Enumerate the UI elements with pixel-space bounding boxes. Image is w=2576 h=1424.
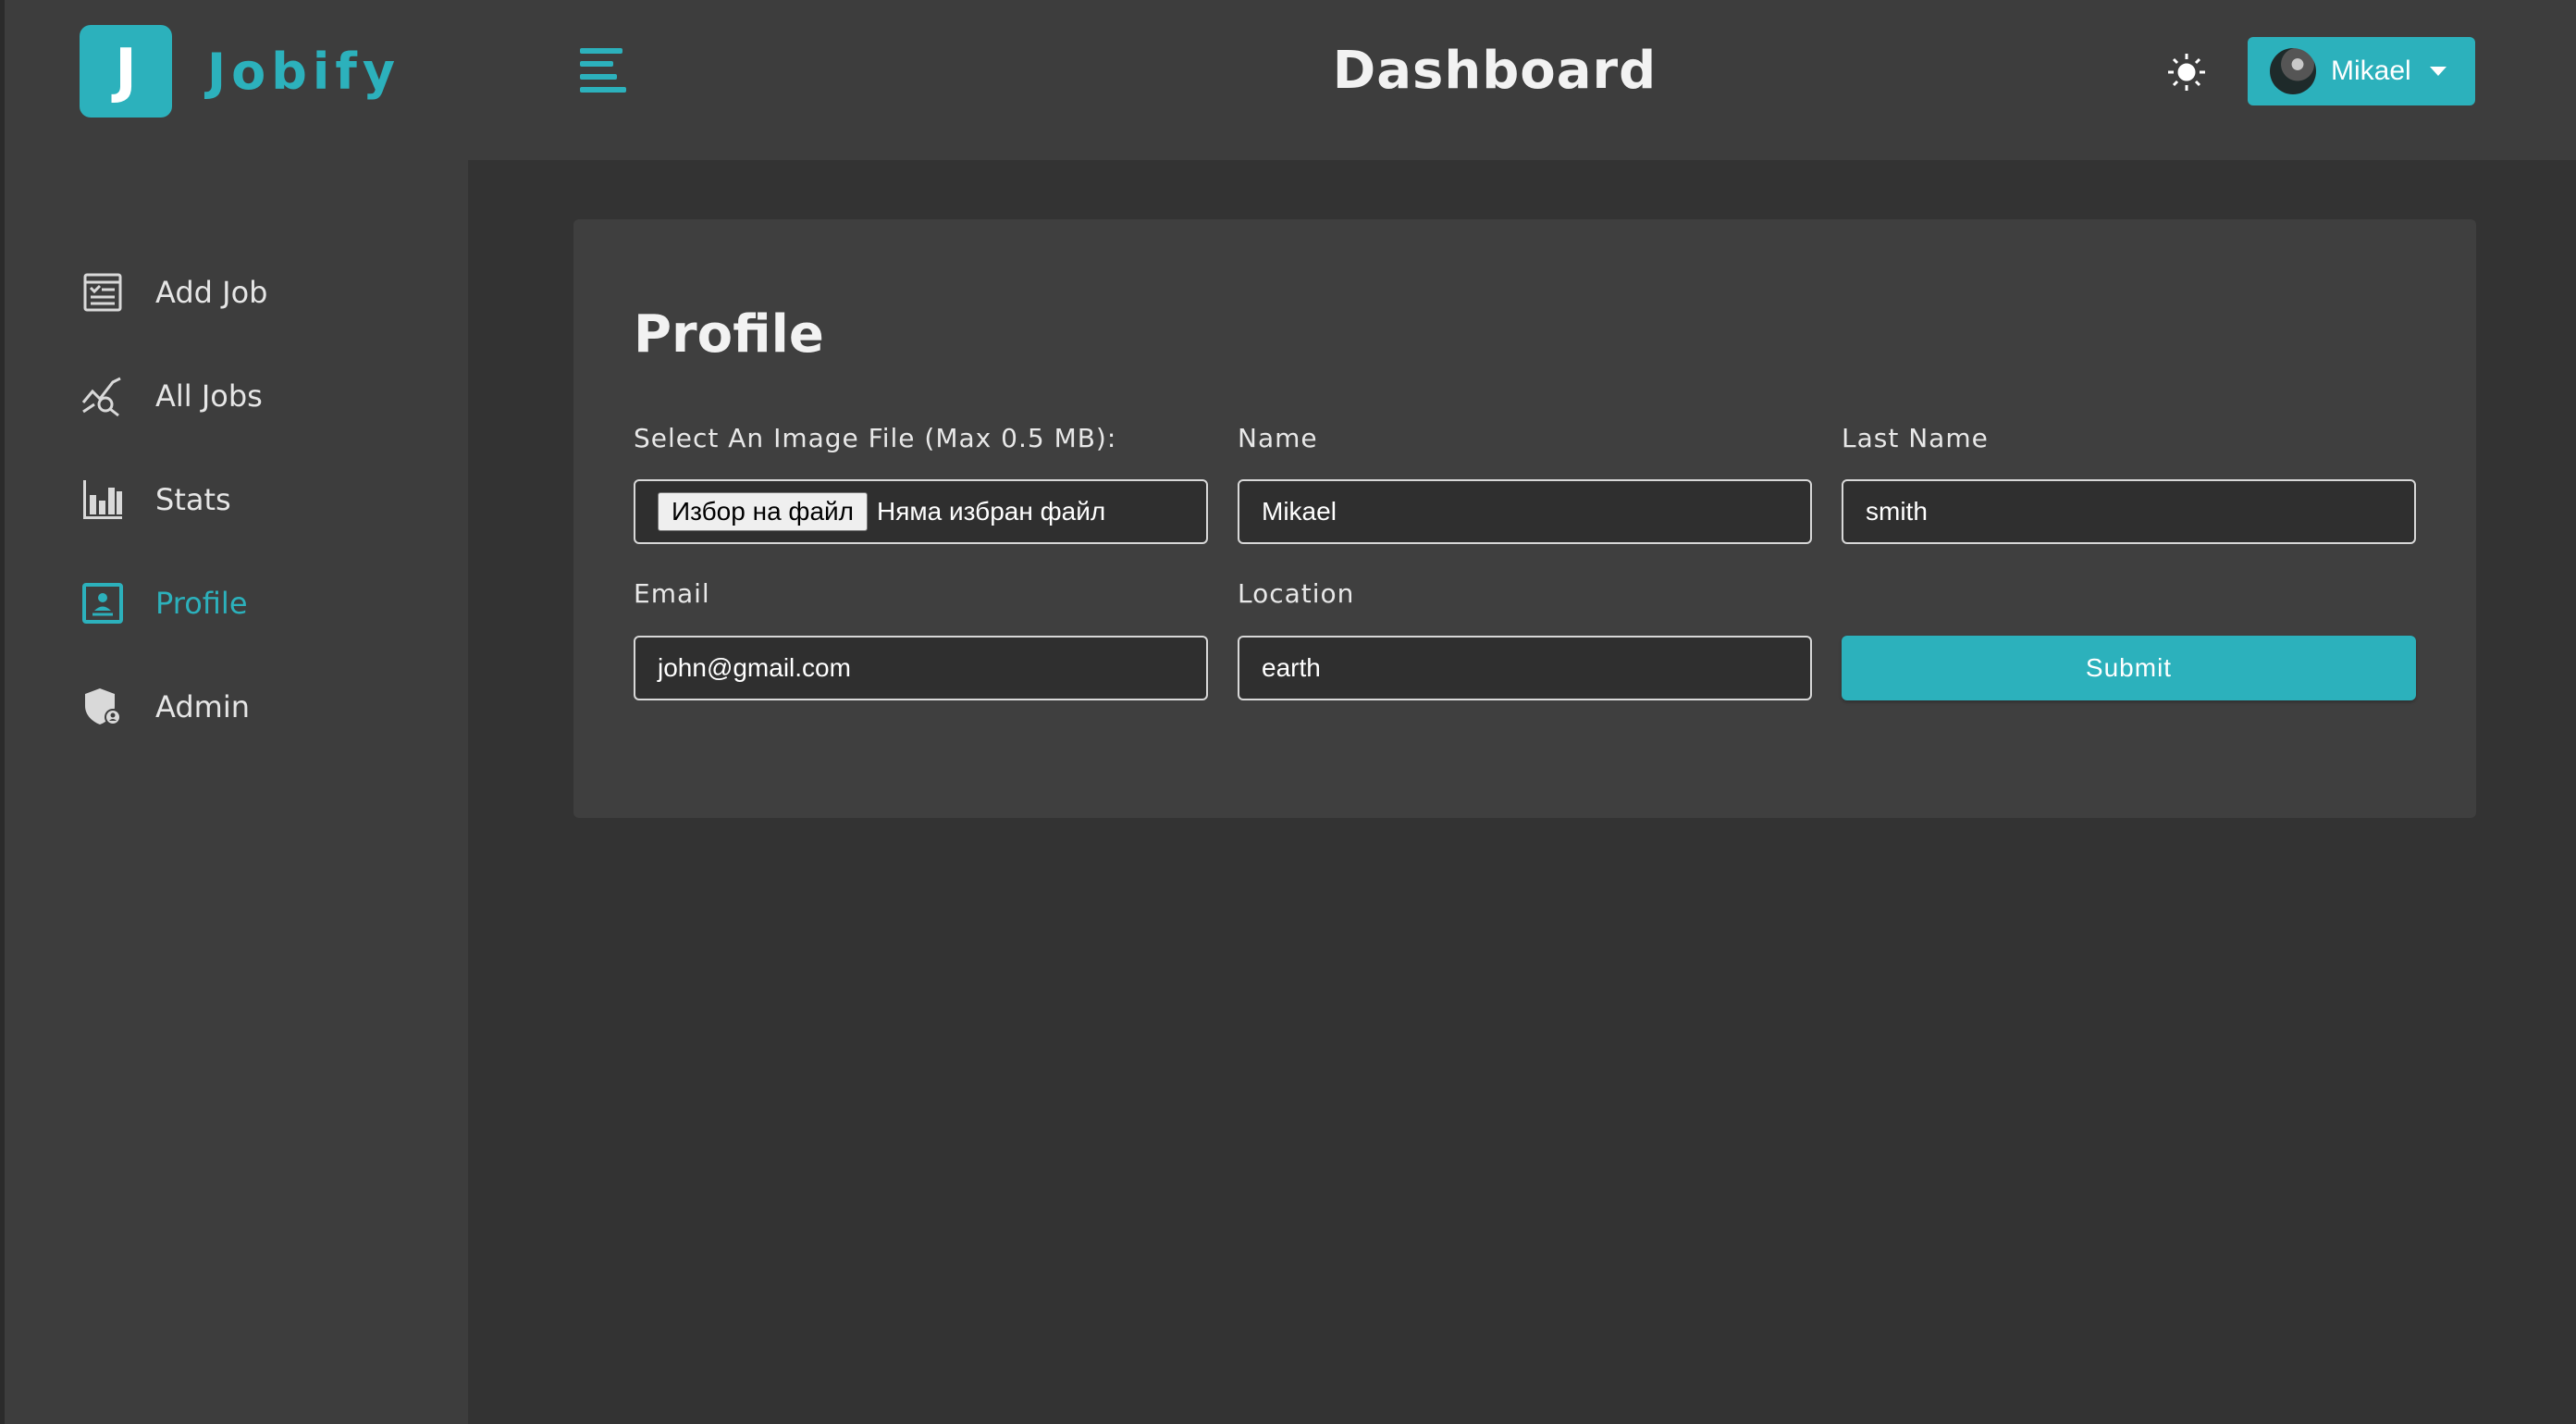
user-name: Mikael	[2331, 56, 2411, 86]
image-field-label: Select An Image File (Max 0.5 MB):	[634, 423, 1117, 453]
logo[interactable]: J Jobify	[80, 25, 401, 118]
user-menu-button[interactable]: Mikael	[2248, 37, 2475, 105]
location-field[interactable]: earth	[1238, 636, 1812, 700]
sidebar-item-profile[interactable]: Profile	[80, 551, 267, 655]
page-title: Dashboard	[1332, 41, 1658, 101]
sidebar-item-label: Add Job	[155, 275, 268, 310]
sidebar-item-all-jobs[interactable]: All Jobs	[80, 344, 267, 448]
sidebar-item-stats[interactable]: Stats	[80, 448, 267, 551]
sidebar-item-label: All Jobs	[155, 378, 263, 414]
add-job-icon	[80, 269, 126, 316]
image-file-input[interactable]: Избор на файл Няма избран файл	[634, 479, 1208, 544]
sun-icon[interactable]	[2165, 51, 2208, 93]
sidebar-item-admin[interactable]: Admin	[80, 655, 267, 759]
location-field-label: Location	[1238, 578, 1355, 609]
email-field-label: Email	[634, 578, 710, 609]
caret-down-icon	[2429, 67, 2447, 76]
logo-mark: J	[80, 25, 172, 118]
profile-icon	[80, 580, 126, 626]
sidebar-item-add-job[interactable]: Add Job	[80, 241, 267, 344]
logo-text: Jobify	[207, 42, 401, 101]
name-field[interactable]: Mikael	[1238, 479, 1812, 544]
file-status-text: Няма избран файл	[877, 497, 1106, 526]
all-jobs-icon	[80, 373, 126, 419]
email-field[interactable]: john@gmail.com	[634, 636, 1208, 700]
avatar	[2270, 48, 2316, 94]
choose-file-button[interactable]: Избор на файл	[658, 492, 869, 531]
sidebar-item-label: Admin	[155, 689, 250, 724]
admin-icon	[80, 684, 126, 730]
sidebar: J Jobify Add Job All Jobs Stats Profile …	[5, 0, 468, 1424]
sidebar-item-label: Stats	[155, 482, 231, 517]
submit-button[interactable]: Submit	[1842, 636, 2416, 700]
last-name-field[interactable]: smith	[1842, 479, 2416, 544]
profile-card: Profile Select An Image File (Max 0.5 MB…	[573, 219, 2476, 818]
top-navbar: Dashboard Mikael	[468, 0, 2576, 160]
sidebar-nav: Add Job All Jobs Stats Profile Admin	[80, 241, 267, 759]
sidebar-item-label: Profile	[155, 586, 248, 621]
form-title: Profile	[634, 304, 824, 365]
name-field-label: Name	[1238, 423, 1318, 453]
stats-icon	[80, 477, 126, 523]
last-name-field-label: Last Name	[1842, 423, 1989, 453]
